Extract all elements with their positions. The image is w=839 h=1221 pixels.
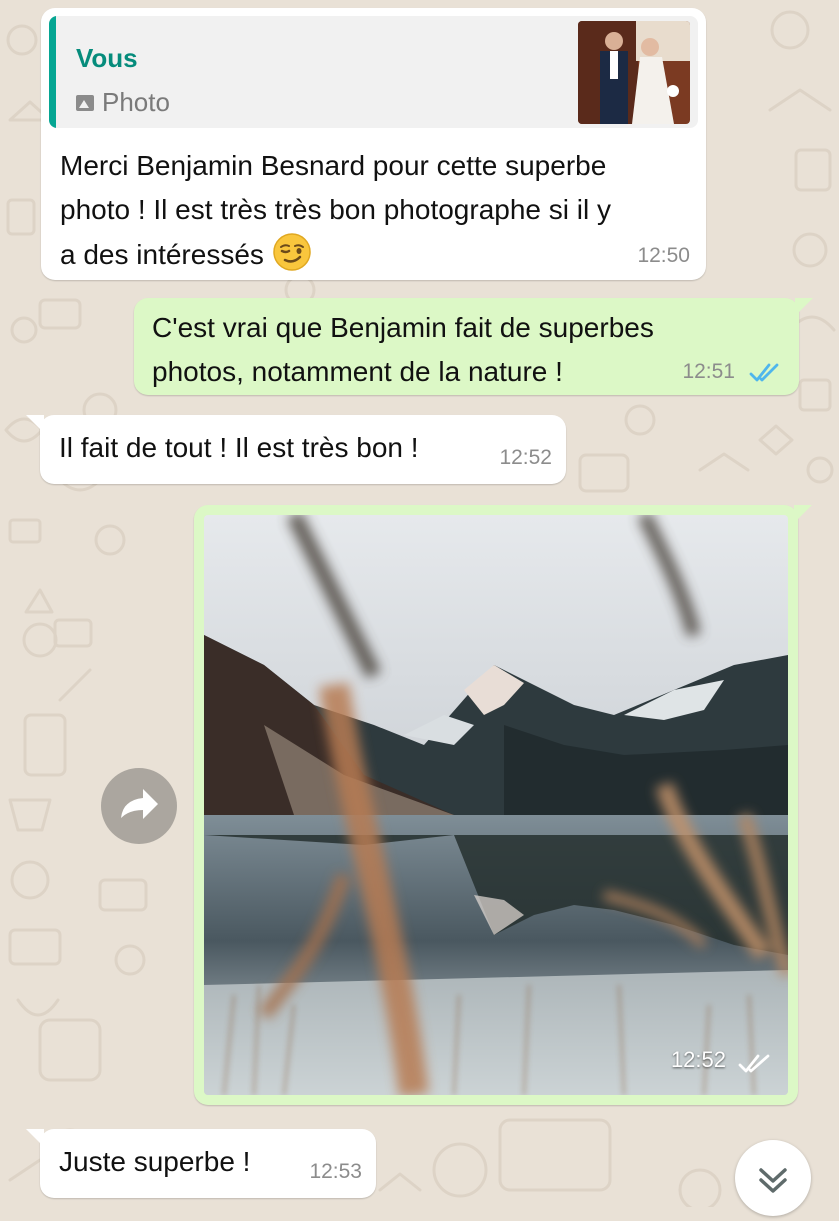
message-timestamp: 12:52 <box>499 446 552 469</box>
message-text: Merci Benjamin Besnard pour cette superb… <box>60 144 611 277</box>
message-bubble-incoming[interactable]: Il fait de tout ! Il est très bon ! 12:5… <box>26 415 566 484</box>
message-line: a des intéressés <box>60 232 611 277</box>
message-bubble-outgoing[interactable]: C'est vrai que Benjamin fait de superbes… <box>134 298 813 395</box>
scroll-to-bottom-button[interactable] <box>735 1140 811 1216</box>
message-line: photos, notamment de la nature ! <box>152 356 563 387</box>
forward-button[interactable] <box>101 768 177 844</box>
message-line: photo ! Il est très très bon photographe… <box>60 194 611 225</box>
message-text: Juste superbe ! <box>59 1146 251 1177</box>
quote-media-type: Photo <box>76 87 170 118</box>
mountain-lake-photo[interactable]: 12:52 <box>204 515 788 1095</box>
message-line: Merci Benjamin Besnard pour cette superb… <box>60 150 607 181</box>
message-timestamp: 12:53 <box>309 1160 362 1183</box>
image-message-outgoing[interactable]: 12:52 <box>194 505 812 1105</box>
quote-thumbnail <box>578 21 690 124</box>
quote-author: Vous <box>76 43 138 73</box>
message-timestamp: 12:50 <box>637 244 690 267</box>
read-receipt-icon <box>749 363 779 382</box>
message-bubble-incoming[interactable]: Vous Photo Merci Benjamin Besnard pour c… <box>41 8 706 280</box>
quoted-message[interactable]: Vous Photo <box>49 16 698 128</box>
quote-media-label: Photo <box>102 87 170 117</box>
message-text: C'est vrai que Benjamin fait de superbes… <box>152 306 654 394</box>
message-line: C'est vrai que Benjamin fait de superbes <box>152 312 654 343</box>
message-text: Il fait de tout ! Il est très bon ! <box>59 432 419 463</box>
message-timestamp: 12:51 <box>682 360 735 383</box>
image-timestamp: 12:52 <box>670 1047 726 1072</box>
forward-arrow-icon <box>121 789 158 819</box>
message-bubble-incoming[interactable]: Juste superbe ! 12:53 <box>26 1129 376 1198</box>
bubble-tail <box>795 298 813 316</box>
read-receipt-icon <box>738 1054 770 1073</box>
message-line-text: a des intéressés <box>60 239 264 270</box>
bubble-tail <box>26 415 44 433</box>
photo-icon <box>76 95 94 111</box>
smirking-face-emoji <box>272 233 311 271</box>
quote-accent-bar <box>49 16 56 128</box>
double-chevron-down-icon <box>759 1168 787 1193</box>
bubble-tail <box>794 505 812 523</box>
bubble-tail <box>26 1129 44 1147</box>
